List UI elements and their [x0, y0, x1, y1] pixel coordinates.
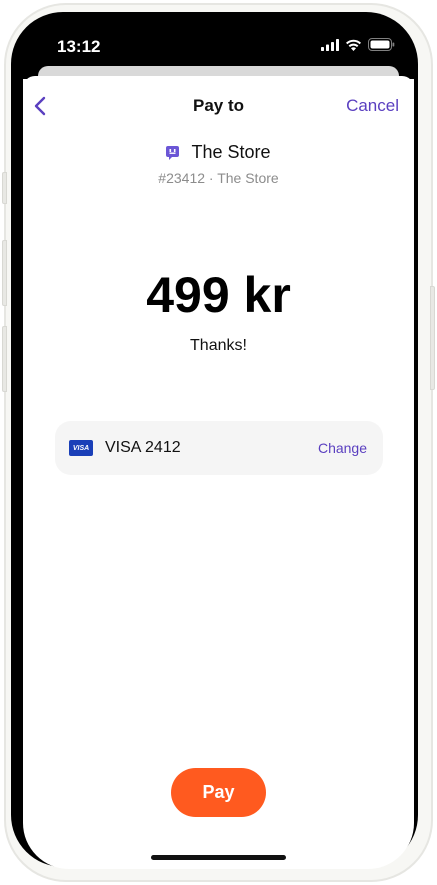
payment-amount: 499 kr: [146, 267, 291, 323]
merchant-name: The Store: [191, 142, 271, 162]
merchant-row: The Store: [0, 142, 437, 163]
side-button-volume-down: [2, 326, 7, 392]
cellular-signal-icon: [321, 38, 339, 51]
merchant-subtitle: #23412 · The Store: [158, 170, 279, 186]
payment-card-selector[interactable]: VISA VISA 2412 Change: [55, 421, 383, 475]
pay-button[interactable]: Pay: [171, 768, 266, 817]
card-label: VISA 2412: [105, 439, 181, 456]
battery-icon: [368, 38, 395, 51]
status-icons: [321, 38, 395, 51]
payment-message: Thanks!: [190, 337, 247, 354]
store-icon: [166, 145, 180, 160]
change-card-button[interactable]: Change: [318, 440, 367, 456]
visa-card-icon: VISA: [69, 440, 93, 456]
home-indicator: [151, 855, 286, 860]
wifi-icon: [346, 39, 361, 51]
cancel-button[interactable]: Cancel: [346, 96, 399, 116]
status-time: 13:12: [57, 37, 101, 56]
